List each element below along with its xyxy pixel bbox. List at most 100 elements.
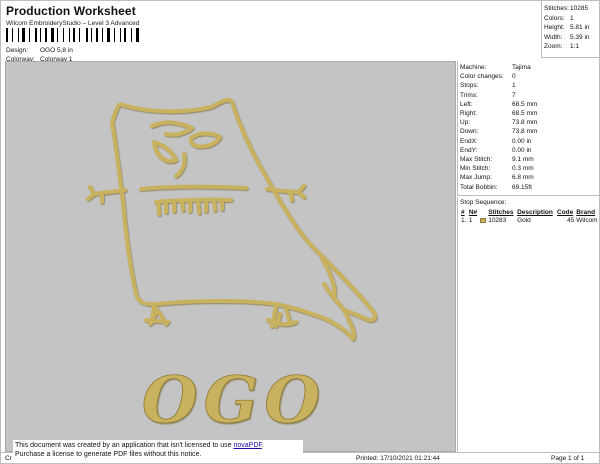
thread-swatch (479, 216, 487, 225)
barcode-bar (18, 28, 19, 42)
stop-sequence-heading: Stop Sequence: (460, 199, 507, 206)
barcode-bar (48, 28, 49, 42)
barcode-bar (60, 28, 62, 42)
design-value: OGO 5,8 in (40, 47, 73, 54)
barcode-bar (94, 28, 95, 42)
barcode-bar (14, 28, 16, 42)
machine-label: Left: (460, 100, 473, 108)
barcode-bar (27, 28, 28, 42)
stat-value: 5.39 in (570, 33, 590, 41)
barcode-bar (131, 28, 132, 42)
col-swatch (479, 209, 487, 216)
machine-label: Max Jump: (460, 174, 492, 182)
stat-row: Colors: 1 (544, 14, 599, 24)
machine-label: Stops: (460, 82, 479, 90)
machine-row: EndX: 0.00 in (460, 137, 599, 146)
machine-label: Max Stitch: (460, 156, 493, 164)
stat-row: Height: 5.81 in (544, 23, 599, 33)
barcode-bar (107, 28, 110, 42)
stat-row: Stitches: 10285 (544, 4, 599, 14)
machine-row: Color changes: 0 (460, 72, 599, 81)
barcode-bar (128, 28, 130, 42)
machine-label: Up: (460, 119, 471, 127)
barcode-bar (6, 28, 8, 42)
barcode-bar (96, 28, 98, 42)
page-title: Production Worksheet (6, 4, 136, 18)
barcode-bar (99, 28, 100, 42)
machine-row: Min Stitch: 0.3 mm (460, 164, 599, 173)
machine-label: Trims: (460, 91, 478, 99)
machine-label: Color changes: (460, 73, 504, 81)
design-preview-canvas: OGO (5, 61, 456, 452)
notice-text: This document was created by an applicat… (15, 442, 232, 449)
software-subtitle: Wilcom EmbroideryStudio – Level 3 Advanc… (6, 20, 140, 27)
col-code: Code (557, 209, 574, 216)
barcode-bar (65, 28, 67, 42)
barcode-bar (35, 28, 37, 42)
barcode-bar (122, 28, 123, 42)
table-header-row: # N# Stitches Description Code Brand (460, 209, 600, 216)
barcode-bar (81, 28, 84, 42)
machine-stats-panel: Machine: Tajima Color changes: 0 Stops: 1 T… (457, 61, 600, 196)
page-number: Page 1 of 1 (551, 455, 585, 462)
machine-row: Down: 73.8 mm (460, 127, 599, 136)
row-stitches: 10283 (488, 217, 507, 224)
col-num: # (461, 209, 465, 216)
stat-label: Height: (544, 24, 565, 31)
owl-outline-icon (86, 97, 377, 341)
machine-row: Machine: Tajima (460, 63, 599, 72)
machine-label: EndY: (460, 146, 478, 154)
barcode-bar (91, 28, 92, 42)
barcode-bar (140, 28, 141, 42)
stat-label: Zoom: (544, 43, 563, 50)
barcode-bar (51, 28, 54, 42)
novapdf-link[interactable]: novaPDF (233, 442, 261, 449)
barcode-bar (20, 28, 21, 42)
stat-label: Colors: (544, 14, 565, 22)
machine-value: 68.5 mm (512, 110, 538, 118)
barcode-bar (57, 28, 58, 42)
machine-label: Machine: (460, 64, 487, 71)
barcode-bar (22, 28, 25, 42)
footer-left-text: Cr (5, 455, 12, 462)
barcode-bar (104, 28, 106, 42)
machine-row: Stops: 1 (460, 81, 599, 90)
row-code: 45 (567, 217, 575, 224)
col-n: N# (468, 209, 478, 216)
machine-label: Min Stitch: (460, 165, 491, 173)
barcode-bar (10, 28, 11, 42)
col-stitches: Stitches (488, 209, 514, 216)
machine-value: 9.1 mm (512, 156, 534, 164)
machine-value: 0.3 mm (512, 165, 534, 173)
machine-value: 73.8 mm (512, 119, 538, 127)
machine-value: 1 (512, 82, 516, 90)
row-description: Gold (517, 217, 531, 224)
license-notice: This document was created by an applicat… (13, 440, 303, 460)
machine-value: Tajima (512, 64, 531, 71)
barcode-bar (89, 28, 90, 42)
stat-value: 1:1 (570, 43, 580, 50)
notice-period: . (261, 442, 264, 449)
barcode-bar (69, 28, 70, 42)
stat-value: 1 (570, 14, 574, 22)
design-label: Design: (6, 47, 29, 54)
barcode-bar (77, 28, 78, 42)
stat-label: Stitches: (544, 5, 569, 12)
row-num: 1. (461, 217, 467, 224)
barcode-bar (73, 28, 75, 42)
machine-value: 0.00 in (512, 146, 532, 154)
barcode-bar (86, 28, 88, 42)
barcode-bar (133, 28, 134, 42)
row-brand: Wilcom (576, 217, 598, 224)
thread-color-swatch-icon (479, 217, 486, 223)
machine-label: Right: (460, 110, 477, 118)
barcode-bar (136, 28, 139, 42)
machine-label: EndX: (460, 137, 478, 145)
barcode-bar (43, 28, 44, 42)
row-n: 1 (468, 217, 473, 224)
barcode-bar (79, 28, 80, 42)
embroidery-artwork: OGO (86, 97, 377, 438)
stat-label: Width: (544, 33, 563, 41)
machine-value: 68.5 mm (512, 100, 538, 108)
stop-sequence-table: # N# Stitches Description Code Brand 1. … (460, 209, 600, 225)
